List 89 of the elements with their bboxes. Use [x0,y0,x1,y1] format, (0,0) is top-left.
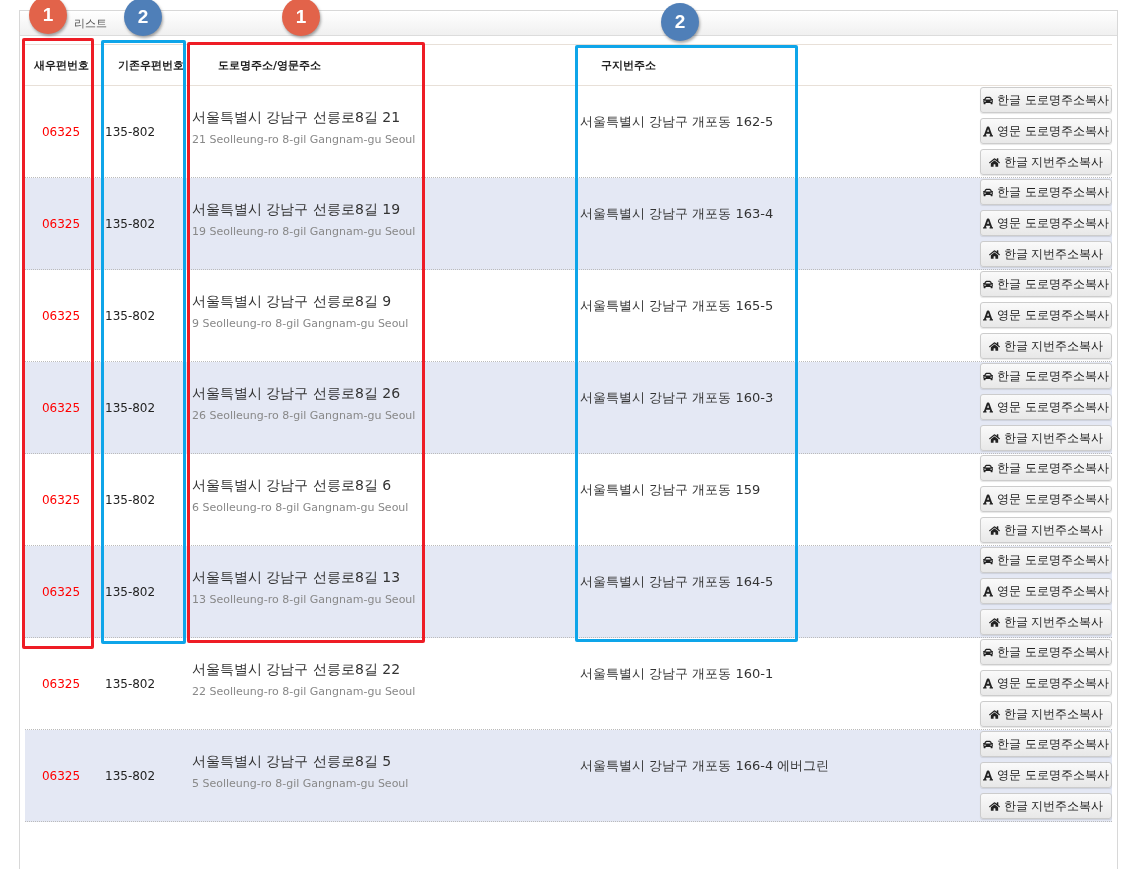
copy-button[interactable]: 한글 도로명주소복사 [980,87,1112,113]
house-icon [988,432,1000,444]
letter-a-icon [983,400,994,414]
new-zip-code: 06325 [40,768,82,783]
copy-button[interactable]: 한글 지번주소복사 [980,149,1112,175]
house-icon [988,340,1000,352]
english-address: 19 Seolleung-ro 8-gil Gangnam-gu Seoul [192,225,417,238]
number-badge: 1 [282,0,320,36]
road-address: 서울특별시 강남구 선릉로8길 22 [192,661,402,679]
road-address: 서울특별시 강남구 선릉로8길 6 [192,477,393,495]
lot-address: 서울특별시 강남구 개포동 163-4 [579,204,775,223]
number-badge: 1 [29,0,67,34]
new-zip-code: 06325 [40,124,82,139]
old-zip-code: 135-802 [104,400,157,415]
letter-a-icon [983,124,994,138]
house-icon [988,616,1000,628]
copy-button[interactable]: 한글 도로명주소복사 [980,547,1112,573]
column-header: 새우편번호 [32,57,90,73]
house-icon [988,248,1000,260]
house-icon [988,156,1000,168]
lot-address: 서울특별시 강남구 개포동 165-5 [579,296,775,315]
new-zip-code: 06325 [40,216,82,231]
new-zip-code: 06325 [40,492,82,507]
letter-a-icon [983,768,994,782]
copy-button[interactable]: 한글 지번주소복사 [980,333,1112,359]
lot-address: 서울특별시 강남구 개포동 159 [579,480,762,499]
copy-button[interactable]: 영문 도로명주소복사 [980,118,1112,144]
old-zip-code: 135-802 [104,676,157,691]
copy-button[interactable]: 영문 도로명주소복사 [980,578,1112,604]
copy-button[interactable]: 한글 도로명주소복사 [980,363,1112,389]
copy-button[interactable]: 영문 도로명주소복사 [980,210,1112,236]
road-address: 서울특별시 강남구 선릉로8길 9 [192,293,393,311]
column-header: 기존우편번호 [117,57,185,73]
panel-title: 리스트 [74,15,107,31]
letter-a-icon [983,676,994,690]
old-zip-code: 135-802 [104,216,157,231]
lot-address: 서울특별시 강남구 개포동 160-1 [579,664,775,683]
copy-button[interactable]: 영문 도로명주소복사 [980,486,1112,512]
column-header: 구지번주소 [600,57,657,73]
copy-button[interactable]: 한글 도로명주소복사 [980,179,1112,205]
english-address: 5 Seolleung-ro 8-gil Gangnam-gu Seoul [192,777,410,790]
house-icon [988,800,1000,812]
copy-button[interactable]: 영문 도로명주소복사 [980,762,1112,788]
old-zip-code: 135-802 [104,584,157,599]
new-zip-code: 06325 [40,308,82,323]
english-address: 9 Seolleung-ro 8-gil Gangnam-gu Seoul [192,317,410,330]
english-address: 13 Seolleung-ro 8-gil Gangnam-gu Seoul [192,593,417,606]
english-address: 22 Seolleung-ro 8-gil Gangnam-gu Seoul [192,685,417,698]
number-badge: 2 [661,3,699,41]
letter-a-icon [983,308,994,322]
lot-address: 서울특별시 강남구 개포동 160-3 [579,388,775,407]
lot-address: 서울특별시 강남구 개포동 166-4 에버그린 [579,756,831,775]
copy-button[interactable]: 한글 도로명주소복사 [980,639,1112,665]
letter-a-icon [983,584,994,598]
old-zip-code: 135-802 [104,768,157,783]
new-zip-code: 06325 [40,676,82,691]
road-address: 서울특별시 강남구 선릉로8길 19 [192,201,402,219]
copy-button[interactable]: 한글 도로명주소복사 [980,455,1112,481]
new-zip-code: 06325 [40,400,82,415]
english-address: 26 Seolleung-ro 8-gil Gangnam-gu Seoul [192,409,417,422]
house-icon [988,708,1000,720]
column-header: 도로명주소/영문주소 [217,57,323,73]
new-zip-code: 06325 [40,584,82,599]
number-badge: 2 [124,0,162,36]
copy-button[interactable]: 한글 도로명주소복사 [980,271,1112,297]
copy-button[interactable]: 한글 지번주소복사 [980,701,1112,727]
copy-button[interactable]: 한글 도로명주소복사 [980,731,1112,757]
road-address: 서울특별시 강남구 선릉로8길 5 [192,753,393,771]
road-address: 서울특별시 강남구 선릉로8길 13 [192,569,402,587]
road-address: 서울특별시 강남구 선릉로8길 26 [192,385,402,403]
old-zip-code: 135-802 [104,124,157,139]
letter-a-icon [983,216,994,230]
copy-button[interactable]: 영문 도로명주소복사 [980,670,1112,696]
lot-address: 서울특별시 강남구 개포동 164-5 [579,572,775,591]
house-icon [988,524,1000,536]
copy-button[interactable]: 한글 지번주소복사 [980,609,1112,635]
copy-button[interactable]: 한글 지번주소복사 [980,517,1112,543]
copy-button[interactable]: 영문 도로명주소복사 [980,302,1112,328]
road-address: 서울특별시 강남구 선릉로8길 21 [192,109,402,127]
copy-button[interactable]: 한글 지번주소복사 [980,793,1112,819]
lot-address: 서울특별시 강남구 개포동 162-5 [579,112,775,131]
old-zip-code: 135-802 [104,492,157,507]
letter-a-icon [983,492,994,506]
copy-button[interactable]: 한글 지번주소복사 [980,241,1112,267]
old-zip-code: 135-802 [104,308,157,323]
copy-button[interactable]: 영문 도로명주소복사 [980,394,1112,420]
english-address: 21 Seolleung-ro 8-gil Gangnam-gu Seoul [192,133,417,146]
copy-button[interactable]: 한글 지번주소복사 [980,425,1112,451]
english-address: 6 Seolleung-ro 8-gil Gangnam-gu Seoul [192,501,410,514]
